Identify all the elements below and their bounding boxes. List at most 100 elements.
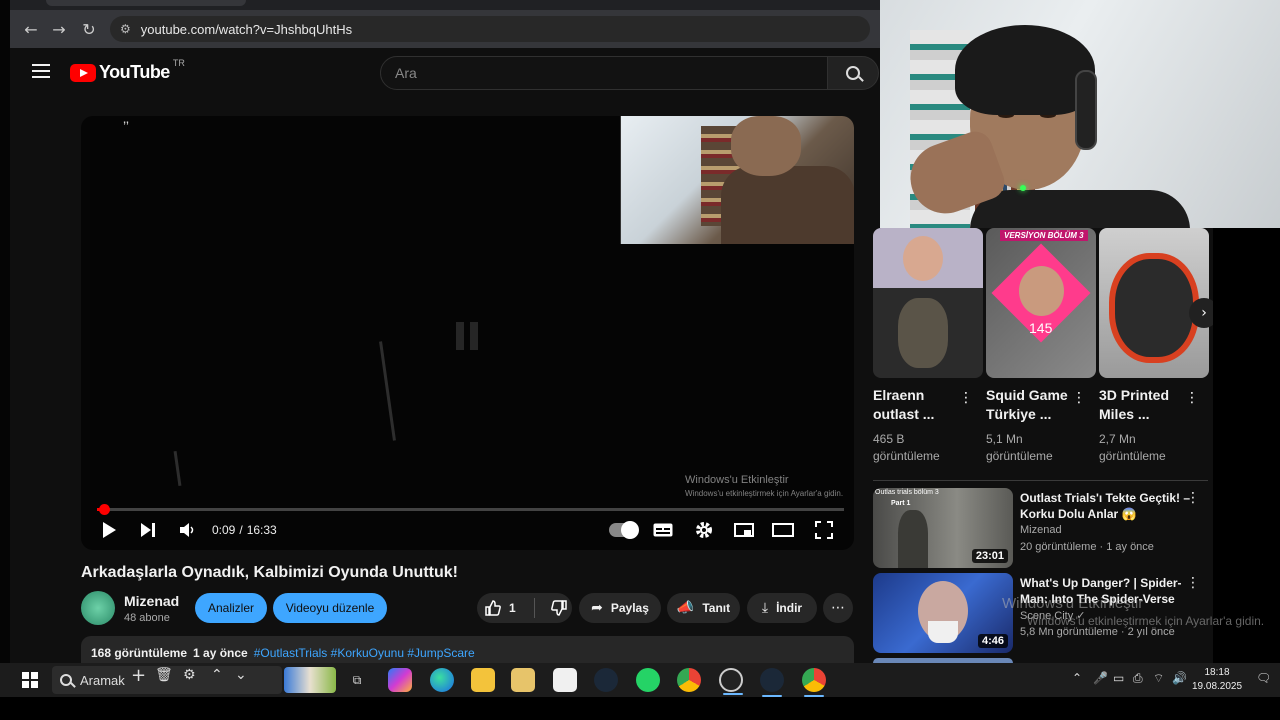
scrubber-handle[interactable] — [98, 504, 110, 515]
device-icon[interactable]: ⎙ — [1133, 671, 1143, 686]
recommended-thumbnail[interactable]: 4:46 — [873, 573, 1013, 653]
copilot-icon[interactable] — [388, 668, 412, 692]
volume-icon[interactable]: 🔊 — [1172, 671, 1187, 685]
download-button[interactable]: ⤓ İndir — [747, 593, 817, 623]
analytics-button[interactable]: Analizler — [195, 593, 267, 623]
miniplayer-button[interactable] — [733, 518, 755, 542]
share-button[interactable]: ➦ Paylaş — [579, 593, 661, 623]
more-vertical-icon[interactable]: ⋮ — [1185, 390, 1199, 406]
plus-icon[interactable]: + — [131, 665, 146, 686]
short-thumbnail[interactable] — [873, 228, 983, 378]
time-total: 16:33 — [246, 523, 277, 537]
gear-icon[interactable]: ⚙ — [183, 667, 196, 683]
subtitles-button[interactable] — [652, 518, 674, 542]
more-vertical-icon[interactable]: ⋮ — [1186, 490, 1200, 506]
more-vertical-icon[interactable]: ⋮ — [1186, 575, 1200, 591]
settings-button[interactable] — [693, 518, 715, 542]
wifi-icon[interactable]: ⌔ — [1153, 671, 1164, 686]
more-actions-button[interactable]: ⋯ — [823, 593, 853, 623]
webcam-shirt — [970, 190, 1190, 228]
whatsapp-icon[interactable] — [636, 668, 660, 692]
file-explorer-icon[interactable] — [471, 668, 495, 692]
chrome-icon[interactable] — [677, 668, 701, 692]
steam-icon[interactable] — [594, 668, 618, 692]
progress-bar[interactable] — [97, 504, 844, 515]
short-card[interactable]: VERSİYON BÖLÜM 3 145 Squid Game Türkiye … — [986, 228, 1096, 465]
volume-button[interactable] — [177, 518, 197, 542]
thumb-part: Part 1 — [891, 500, 911, 507]
browser-tab[interactable] — [46, 0, 246, 6]
share-label: Paylaş — [610, 601, 649, 615]
thumb-cup — [928, 621, 958, 643]
media-player-icon[interactable] — [511, 668, 535, 692]
promote-button[interactable]: 📣 Tanıt — [667, 593, 740, 623]
browser-toolbar: ← → ↻ ⚙ youtube.com/watch?v=JhshbqUhtHs — [10, 10, 880, 48]
recommended-channel[interactable]: Mizenad — [1020, 524, 1062, 536]
more-vertical-icon[interactable]: ⋮ — [1072, 390, 1086, 406]
edge-icon[interactable] — [430, 668, 454, 692]
chrome-running-icon[interactable] — [802, 668, 826, 697]
trash-icon[interactable]: 🗑 — [155, 667, 173, 683]
forward-arrow-icon[interactable]: → — [48, 18, 70, 40]
dislike-button[interactable] — [550, 600, 567, 616]
task-view-icon[interactable]: ⧉ — [345, 668, 369, 692]
recommended-title[interactable]: Outlast Trials'ı Tekte Geçtik! – Korku D… — [1020, 490, 1195, 522]
store-icon[interactable] — [553, 668, 577, 692]
short-thumb-figure — [898, 298, 948, 368]
channel-name[interactable]: Mizenad — [124, 593, 179, 609]
battery-icon[interactable]: ▭ — [1113, 671, 1124, 685]
hashtags[interactable]: #OutlastTrials #KorkuOyunu #JumpScare — [254, 646, 475, 663]
search-button[interactable] — [827, 56, 879, 90]
menu-icon[interactable] — [32, 64, 50, 78]
description-box[interactable]: 168 görüntüleme 1 ay önce #OutlastTrials… — [81, 636, 854, 663]
notification-icon[interactable]: 🗨 — [1256, 671, 1271, 685]
steam-running-icon[interactable] — [760, 668, 784, 697]
fullscreen-button[interactable] — [813, 518, 835, 542]
short-thumb-face — [903, 236, 943, 281]
short-card[interactable]: Elraenn outlast ... 465 B görüntüleme ⋮ — [873, 228, 983, 465]
more-vertical-icon[interactable]: ⋮ — [959, 390, 973, 406]
like-button[interactable]: 1 — [485, 600, 516, 616]
time-separator: / — [239, 523, 243, 537]
chevron-down-icon[interactable]: ⌄ — [235, 667, 247, 683]
obs-icon[interactable] — [719, 668, 743, 695]
youtube-play-icon — [70, 63, 96, 82]
chevron-up-icon[interactable]: ⌃ — [1072, 671, 1082, 685]
play-button[interactable] — [99, 518, 119, 542]
short-card[interactable]: 3D Printed Miles ... 2,7 Mn görüntüleme ⋮ — [1099, 228, 1209, 465]
recommended-meta: 20 görüntüleme · 1 ay önce — [1020, 541, 1154, 553]
windows-start-icon[interactable] — [22, 672, 38, 688]
channel-avatar[interactable] — [81, 591, 115, 625]
short-title[interactable]: 3D Printed Miles ... — [1099, 386, 1187, 424]
site-info-icon[interactable]: ⚙ — [120, 22, 131, 36]
address-bar[interactable]: ⚙ youtube.com/watch?v=JhshbqUhtHs — [110, 16, 870, 42]
short-title[interactable]: Squid Game Türkiye ... — [986, 386, 1074, 424]
search-highlight-image[interactable] — [284, 667, 336, 693]
search-input[interactable]: Ara — [380, 56, 828, 90]
recommended-thumbnail[interactable]: Outlas trials bölüm 3 Part 1 23:01 — [873, 488, 1013, 568]
shorts-next-button[interactable]: › — [1189, 298, 1213, 328]
microphone-icon[interactable]: 🎤 — [1093, 671, 1108, 685]
short-views: 465 B görüntüleme — [873, 431, 983, 465]
chevron-up-icon[interactable]: ⌃ — [211, 667, 223, 683]
theater-button[interactable] — [772, 518, 794, 542]
autoplay-toggle[interactable] — [608, 518, 639, 542]
edit-video-button[interactable]: Videoyu düzenle — [273, 593, 387, 623]
video-title: Arkadaşlarla Oynadık, Kalbimizi Oyunda U… — [81, 564, 458, 581]
short-thumbnail[interactable]: VERSİYON BÖLÜM 3 145 — [986, 228, 1096, 378]
recommended-video[interactable]: Outlas trials bölüm 3 Part 1 23:01 Outla… — [873, 488, 1208, 568]
short-thumb-banner: VERSİYON BÖLÜM 3 — [1000, 230, 1088, 241]
reload-icon[interactable]: ↻ — [78, 18, 100, 40]
thumb-figure — [898, 510, 928, 568]
youtube-logo[interactable]: YouTube TR — [70, 58, 185, 83]
like-dislike-group: 1 — [477, 593, 572, 623]
url-text: youtube.com/watch?v=JhshbqUhtHs — [140, 21, 353, 37]
video-player[interactable]: ’’ Windows'u Etkinleştir Windows'u etkin… — [81, 116, 854, 550]
system-clock[interactable]: 18:18 19.08.2025 — [1192, 666, 1242, 694]
back-arrow-icon[interactable]: ← — [20, 18, 42, 40]
short-title[interactable]: Elraenn outlast ... — [873, 386, 961, 424]
next-button[interactable] — [138, 518, 158, 542]
video-frame-streak — [379, 341, 396, 441]
facecam-shirt — [721, 166, 854, 244]
watermark-line2: Windows'u etkinleştirmek için Ayarlar'a … — [685, 489, 844, 498]
